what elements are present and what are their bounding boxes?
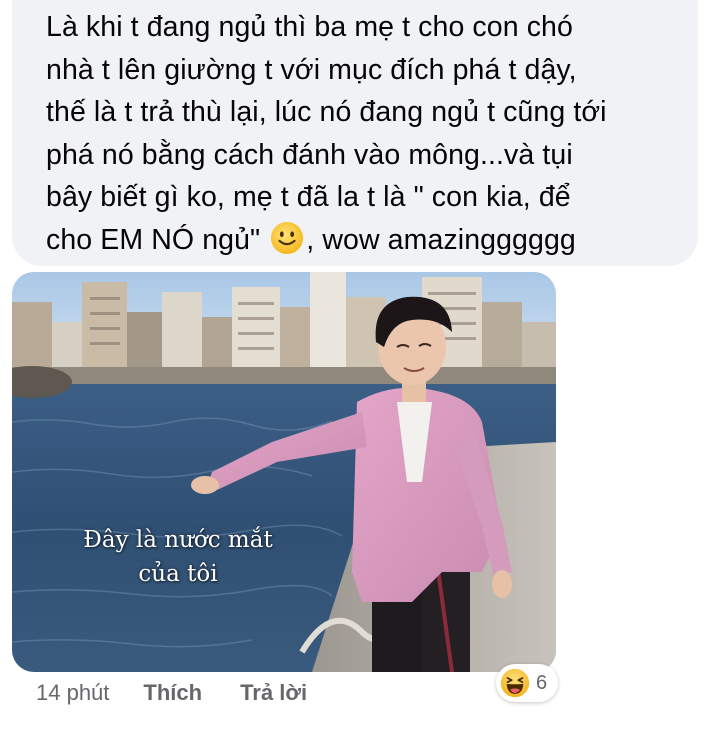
- comment-line: cho EM NÓ ngủ": [46, 223, 269, 256]
- comment-line: nhà t lên giường t với mục đích phá t dậ…: [46, 53, 577, 86]
- haha-reaction-icon: [500, 668, 530, 698]
- reply-button[interactable]: Trả lời: [240, 680, 307, 706]
- comment-actions: 14 phút Thích Trả lời: [36, 678, 307, 708]
- comment-photo[interactable]: Đây là nước mắt của tôi: [12, 272, 556, 672]
- photo-caption: Đây là nước mắt của tôi: [68, 523, 288, 591]
- comment-line: bây biết gì ko, mẹ t đã la t là " con ki…: [46, 181, 571, 213]
- photo-scene: [12, 272, 556, 672]
- comment-line: phá nó bằng cách đánh vào mông...và tụi: [46, 138, 573, 171]
- comment-bubble: Là khi t đang ngủ thì ba mẹ t cho con ch…: [12, 0, 698, 266]
- caption-line: Đây là nước mắt: [83, 527, 273, 553]
- reaction-count: 6: [536, 671, 548, 694]
- caption-line: của tôi: [138, 561, 218, 587]
- comment-line: thế là t trả thù lại, lúc nó đang ngủ t …: [46, 96, 607, 128]
- like-button[interactable]: Thích: [143, 680, 202, 706]
- comment-line: , wow amazingggggg: [306, 223, 576, 256]
- comment-line: Là khi t đang ngủ thì ba mẹ t cho con ch…: [46, 11, 573, 43]
- comment-timestamp[interactable]: 14 phút: [36, 680, 109, 706]
- slightly-smiling-face-icon: [271, 221, 304, 254]
- comment-text: Là khi t đang ngủ thì ba mẹ t cho con ch…: [46, 6, 696, 261]
- reaction-summary[interactable]: 6: [496, 664, 558, 702]
